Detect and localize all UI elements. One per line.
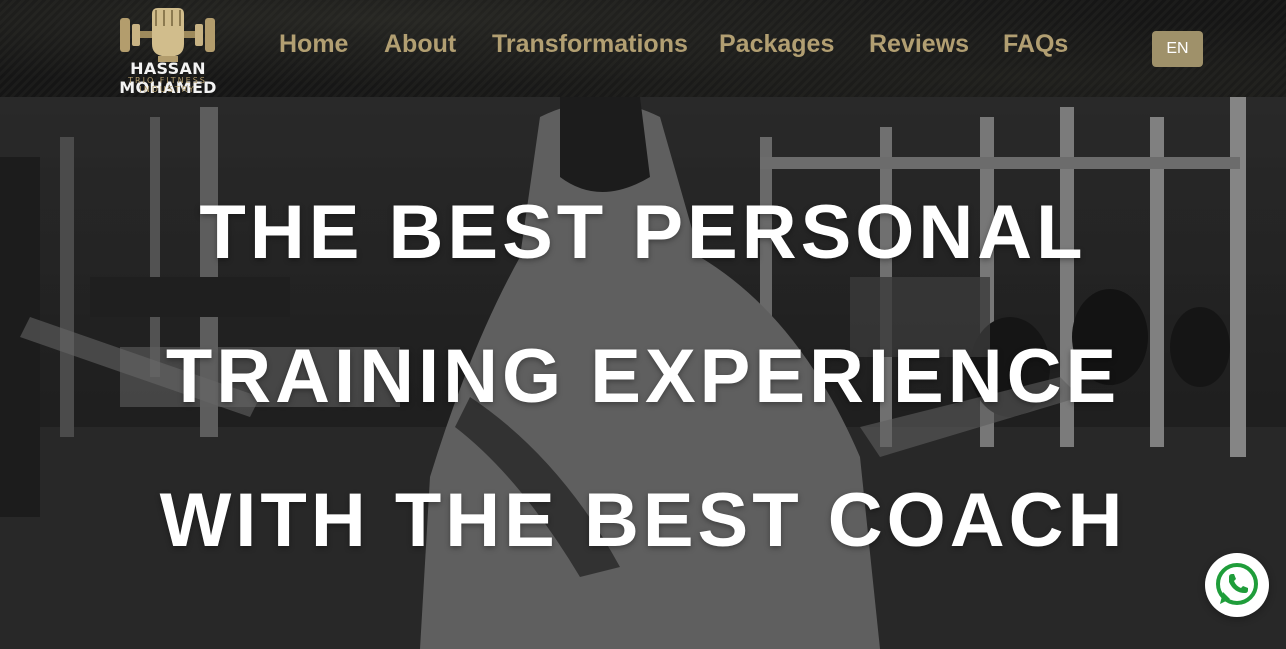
hero-section: THE BEST PERSONAL TRAINING EXPERIENCE WI… — [0, 97, 1286, 649]
nav-transformations[interactable]: Transformations — [492, 30, 688, 59]
brand-subtitle: TRIO FITNESS INDUSTRY — [80, 76, 255, 94]
nav-reviews[interactable]: Reviews — [869, 30, 969, 59]
nav-about[interactable]: About — [384, 30, 456, 59]
whatsapp-button[interactable] — [1205, 553, 1269, 617]
hero-title-line2: TRAINING EXPERIENCE — [165, 334, 1121, 419]
site-header: HASSAN MOHAMED TRIO FITNESS INDUSTRY Hom… — [0, 0, 1286, 97]
brand-subtitle-line2: INDUSTRY — [139, 85, 196, 94]
nav-packages[interactable]: Packages — [719, 30, 834, 59]
whatsapp-icon — [1216, 563, 1258, 605]
hero-title-line1: THE BEST PERSONAL — [199, 190, 1087, 275]
hero-title-line3: WITH THE BEST COACH — [159, 478, 1127, 563]
nav-faqs[interactable]: FAQs — [1003, 30, 1068, 59]
nav-home[interactable]: Home — [279, 30, 348, 59]
language-switch-button[interactable]: EN — [1152, 31, 1203, 67]
brand-logo[interactable]: HASSAN MOHAMED TRIO FITNESS INDUSTRY — [80, 4, 255, 97]
dumbbell-fist-icon — [120, 8, 215, 62]
brand-subtitle-line1: TRIO FITNESS — [128, 76, 207, 85]
